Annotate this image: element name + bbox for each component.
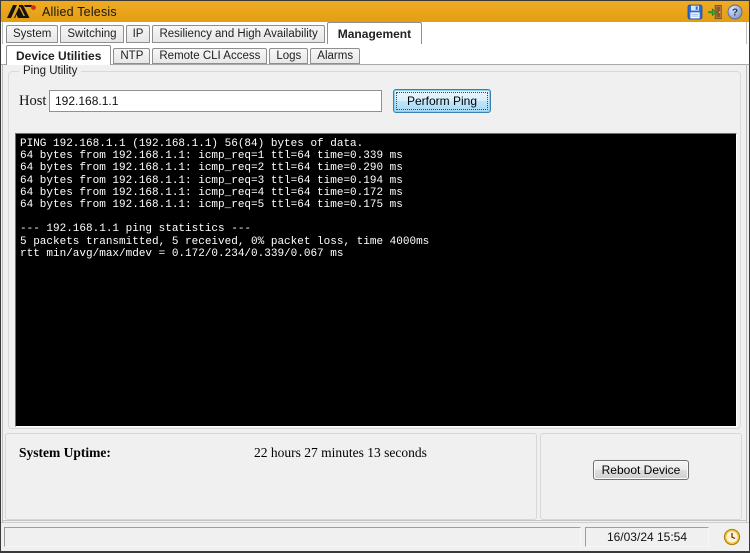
tab-system[interactable]: System [6, 25, 58, 43]
statusbar-message-panel [4, 527, 581, 547]
ping-utility-legend: Ping Utility [19, 65, 81, 77]
clock-icon [722, 527, 742, 547]
tab-management[interactable]: Management [327, 22, 422, 44]
ping-output-terminal[interactable]: PING 192.168.1.1 (192.168.1.1) 56(84) by… [15, 133, 737, 427]
perform-ping-button[interactable]: Perform Ping [393, 89, 491, 113]
host-label: Host [19, 93, 46, 110]
tab-device-utilities[interactable]: Device Utilities [6, 45, 111, 65]
system-uptime-label: System Uptime: [19, 445, 111, 461]
tab-resiliency-and-high-availability[interactable]: Resiliency and High Availability [152, 25, 324, 43]
app-title: Allied Telesis [42, 5, 687, 19]
window-frame-bottom-line [3, 520, 747, 521]
window-frame-left [2, 22, 3, 523]
host-input[interactable] [49, 90, 382, 112]
svg-text:?: ? [732, 6, 738, 18]
statusbar-datetime: 16/03/24 15:54 [585, 527, 709, 547]
tab-remote-cli-access[interactable]: Remote CLI Access [152, 48, 267, 64]
main-tab-bar: System Switching IP Resiliency and High … [1, 22, 749, 44]
tab-ntp[interactable]: NTP [113, 48, 150, 64]
titlebar: Allied Telesis ? [1, 1, 749, 22]
reboot-device-button[interactable]: Reboot Device [593, 460, 689, 480]
tab-ip[interactable]: IP [126, 25, 151, 43]
window-frame-right [746, 22, 747, 523]
reboot-panel: Reboot Device [540, 433, 742, 520]
system-uptime-panel: System Uptime: 22 hours 27 minutes 13 se… [5, 433, 537, 520]
titlebar-icons: ? [687, 4, 743, 20]
tab-logs[interactable]: Logs [269, 48, 308, 64]
tab-alarms[interactable]: Alarms [310, 48, 360, 64]
logout-icon[interactable] [707, 4, 723, 20]
save-icon[interactable] [687, 4, 703, 20]
tab-switching[interactable]: Switching [60, 25, 123, 43]
allied-telesis-logo [7, 5, 37, 18]
statusbar: 16/03/24 15:54 [1, 522, 749, 551]
sub-tab-bar: Device Utilities NTP Remote CLI Access L… [1, 44, 749, 64]
device-utilities-page: Ping Utility Host Perform Ping PING 192.… [1, 64, 749, 522]
ping-utility-groupbox: Ping Utility Host Perform Ping PING 192.… [8, 71, 741, 429]
help-icon[interactable]: ? [727, 4, 743, 20]
system-uptime-value: 22 hours 27 minutes 13 seconds [254, 445, 427, 461]
